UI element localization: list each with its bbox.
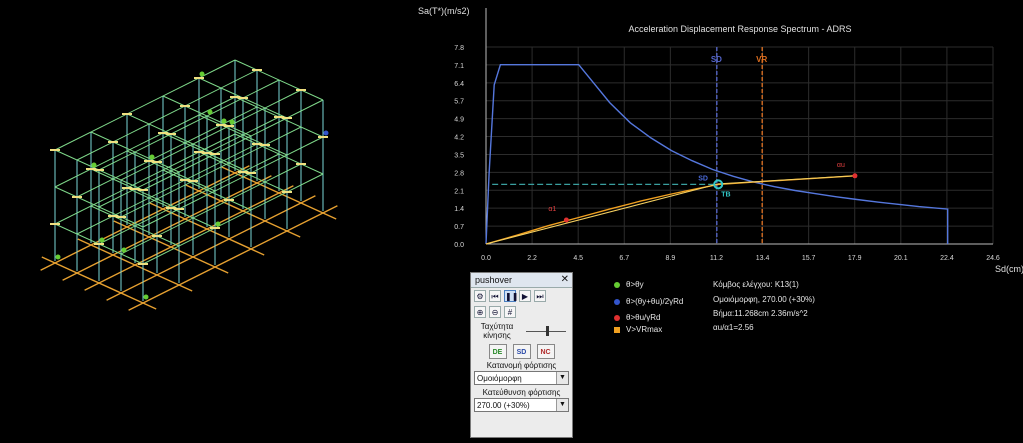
x-tick-label: 0.0 <box>481 255 491 262</box>
settings-icon[interactable]: ⚙ <box>474 290 486 302</box>
close-icon[interactable]: ✕ <box>561 273 569 287</box>
point-label-tb: TB <box>721 191 730 198</box>
red-dot-icon <box>614 314 620 321</box>
green-dot-icon <box>614 281 620 288</box>
legend-label: θ>θu/γRd <box>626 313 661 322</box>
slider-thumb[interactable] <box>546 326 550 336</box>
skip-forward-icon[interactable]: ⏭ <box>534 290 546 302</box>
chart-xlabel: Sd(cm) <box>995 264 1023 274</box>
x-tick-label: 24.6 <box>986 255 1000 262</box>
distribution-select[interactable]: Ομοιόμορφη ▼ <box>474 371 569 385</box>
legend-item-mid: θ>(θy+θu)/2γRd <box>614 297 683 306</box>
point-alphau <box>852 173 858 179</box>
x-tick-label: 17.9 <box>848 255 862 262</box>
y-tick-label: 1.4 <box>454 206 464 213</box>
x-tick-label: 13.4 <box>756 255 770 262</box>
y-tick-label: 7.8 <box>454 45 464 52</box>
y-tick-label: 7.1 <box>454 63 464 70</box>
x-tick-label: 8.9 <box>665 255 675 262</box>
legend-item-ultimate: θ>θu/γRd <box>614 313 660 322</box>
nc-button[interactable]: NC <box>536 344 555 359</box>
y-tick-label: 2.8 <box>454 170 464 177</box>
skip-back-icon[interactable]: ⏮ <box>489 290 501 302</box>
y-tick-label: 0.0 <box>454 242 464 249</box>
panel-titlebar[interactable]: pushover ✕ <box>471 273 572 288</box>
y-tick-label: 0.7 <box>454 224 464 231</box>
y-tick-label: 3.5 <box>454 152 464 159</box>
point-label: αu <box>837 162 845 169</box>
y-tick-label: 4.9 <box>454 117 464 124</box>
play-icon[interactable]: ▶ <box>519 290 531 302</box>
legend-label: V>VRmax <box>626 325 663 334</box>
load-pattern-text: Ομοιόμορφη, 270.00 (+30%) <box>713 295 815 304</box>
vline-label-sd: SD <box>711 55 722 64</box>
panel-title: pushover <box>475 275 513 285</box>
speed-label: Ταχύτητα κίνησης <box>480 322 514 340</box>
distribution-value: Ομοιόμορφη <box>477 373 522 383</box>
x-tick-label: 6.7 <box>619 255 629 262</box>
x-tick-label: 11.2 <box>710 255 723 262</box>
speed-slider[interactable] <box>526 325 566 337</box>
direction-value: 270.00 (+30%) <box>477 400 530 410</box>
y-tick-label: 5.7 <box>454 99 464 106</box>
blue-dot-icon <box>614 298 620 305</box>
direction-select[interactable]: 270.00 (+30%) ▼ <box>474 398 569 412</box>
ratio-text: αu/α1=2.56 <box>713 323 754 332</box>
x-tick-label: 2.2 <box>527 255 537 262</box>
control-node-text: Κόμβος ελέγχου: Κ13(1) <box>713 280 799 289</box>
x-tick-label: 4.5 <box>573 255 583 262</box>
legend-label: θ>θy <box>626 280 644 289</box>
chevron-down-icon[interactable]: ▼ <box>556 372 568 384</box>
zoom-out-icon[interactable]: ⊖ <box>489 306 501 318</box>
point-alpha1 <box>563 217 569 223</box>
legend-label: θ>(θy+θu)/2γRd <box>626 297 684 306</box>
pause-icon[interactable]: ❚❚ <box>504 290 518 302</box>
legend-item-yield: θ>θy <box>614 280 644 289</box>
y-tick-label: 6.4 <box>454 81 464 88</box>
x-tick-label: 20.1 <box>894 255 908 262</box>
x-tick-label: 22.4 <box>940 255 954 262</box>
zoom-in-icon[interactable]: ⊕ <box>474 306 486 318</box>
sd-annotation: SD <box>698 175 708 182</box>
x-tick-label: 15.7 <box>802 255 816 262</box>
vline-label-vr: VR <box>756 55 767 64</box>
y-tick-label: 2.1 <box>454 188 464 195</box>
pushover-panel[interactable]: pushover ✕ ⚙ ⏮ ❚❚ ▶ ⏭ ⊕ ⊖ # Ταχύτητα κίν… <box>470 272 573 438</box>
chart-ylabel: Sa(T*)(m/s2) <box>418 6 470 16</box>
y-tick-label: 4.2 <box>454 135 464 142</box>
chevron-down-icon[interactable]: ▼ <box>556 399 568 411</box>
direction-label: Κατεύθυνση φόρτισης <box>482 388 561 397</box>
grid-icon[interactable]: # <box>504 306 516 318</box>
chart-title: Acceleration Displacement Response Spect… <box>628 24 851 34</box>
legend-item-shear: V>VRmax <box>614 325 662 334</box>
distribution-label: Κατανομή φόρτισης <box>486 361 557 370</box>
orange-square-icon <box>614 326 620 333</box>
step-text: Βήμα:11.268cm 2.36m/s^2 <box>713 309 808 318</box>
de-button[interactable]: DE <box>488 344 507 359</box>
point-label: α1 <box>548 206 556 213</box>
sd-button[interactable]: SD <box>512 344 531 359</box>
